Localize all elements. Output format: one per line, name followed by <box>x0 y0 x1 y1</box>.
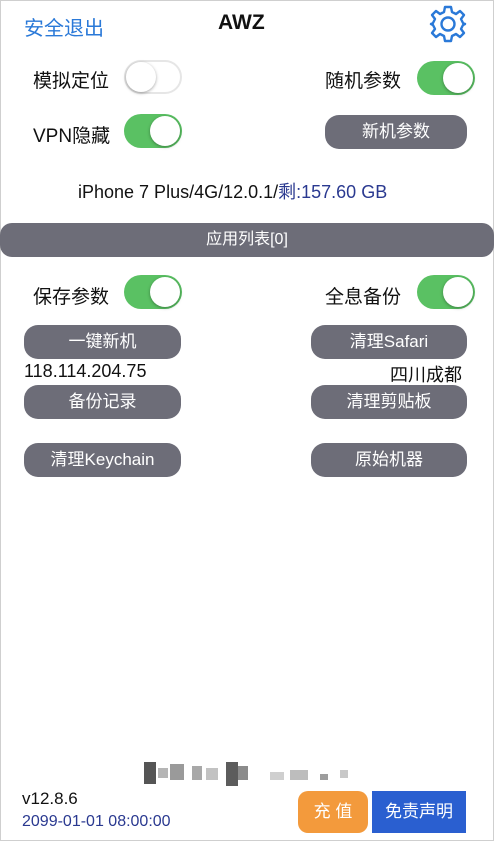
location-text: 四川成都 <box>390 365 462 385</box>
toggle-knob <box>126 62 156 92</box>
app-title: AWZ <box>218 11 265 34</box>
random-params-label: 随机参数 <box>325 71 402 92</box>
simulate-location-toggle[interactable] <box>124 60 182 94</box>
vpn-hide-label: VPN隐藏 <box>33 126 111 147</box>
expiry-date: 2099-01-01 08:00:00 <box>22 813 171 830</box>
recharge-button[interactable]: 充 值 <box>298 791 368 833</box>
backup-records-button[interactable]: 备份记录 <box>24 385 181 419</box>
device-info: iPhone 7 Plus/4G/12.0.1/剩:157.60 GB <box>78 178 387 204</box>
save-params-label: 保存参数 <box>33 287 110 308</box>
clear-clipboard-button[interactable]: 清理剪贴板 <box>311 385 467 419</box>
full-backup-label: 全息备份 <box>325 287 402 308</box>
clear-keychain-button[interactable]: 清理Keychain <box>24 443 181 477</box>
clear-safari-button[interactable]: 清理Safari <box>311 325 467 359</box>
redacted-watermark <box>144 762 354 786</box>
full-backup-toggle[interactable] <box>417 275 475 309</box>
logout-link[interactable]: 安全退出 <box>24 12 104 41</box>
toggle-knob <box>150 116 180 146</box>
gear-icon[interactable] <box>428 4 468 44</box>
toggle-knob <box>443 63 473 93</box>
vpn-hide-toggle[interactable] <box>124 114 182 148</box>
save-params-toggle[interactable] <box>124 275 182 309</box>
device-info-text: iPhone 7 Plus/4G/12.0.1/ <box>78 182 279 202</box>
random-params-toggle[interactable] <box>417 61 475 95</box>
remaining-label: 剩 <box>278 182 297 202</box>
simulate-location-label: 模拟定位 <box>33 71 110 92</box>
app-list-bar[interactable]: 应用列表[0] <box>0 223 494 257</box>
disclaimer-button[interactable]: 免责声明 <box>372 791 466 833</box>
original-machine-button[interactable]: 原始机器 <box>311 443 467 477</box>
toggle-knob <box>443 277 473 307</box>
ip-address: 118.114.204.75 <box>24 361 147 381</box>
one-key-new-button[interactable]: 一键新机 <box>24 325 181 359</box>
version-text: v12.8.6 <box>22 789 78 808</box>
new-params-button[interactable]: 新机参数 <box>325 115 467 149</box>
remaining-value: :157.60 GB <box>296 182 388 202</box>
toggle-knob <box>150 277 180 307</box>
